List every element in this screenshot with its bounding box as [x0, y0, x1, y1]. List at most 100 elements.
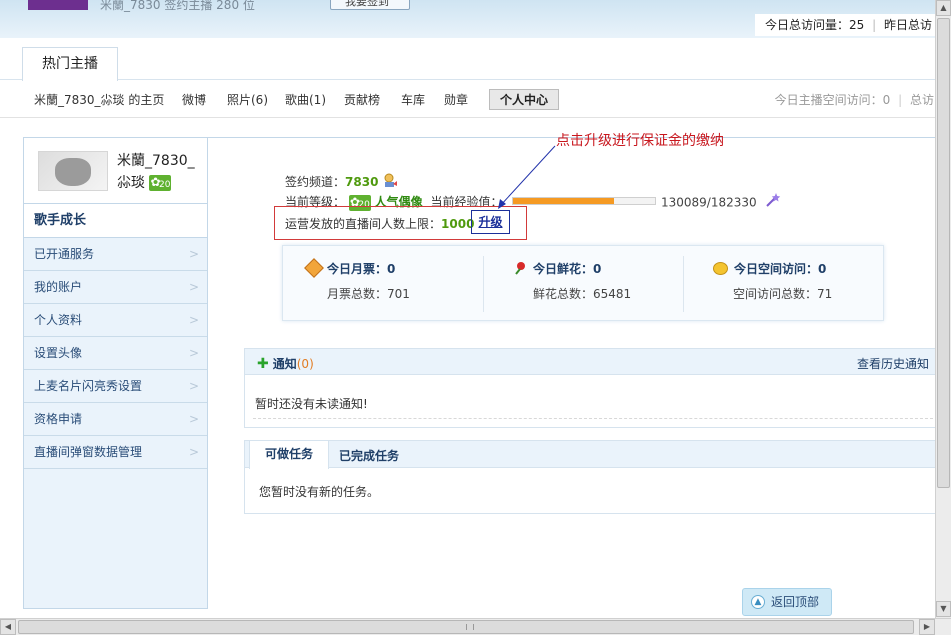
room-limit-value: 1000 [441, 217, 475, 231]
annotation-arrow-icon [498, 145, 556, 209]
scroll-grip-icon [466, 624, 474, 630]
nav-personal-center[interactable]: 个人中心 [489, 89, 560, 110]
room-limit-line: 运营发放的直播间人数上限：1000 [285, 215, 474, 232]
vertical-scrollbar[interactable]: ▲ ▼ [935, 0, 951, 618]
chevron-right-icon: > [188, 379, 199, 393]
stat-title: 今日鲜花： [533, 262, 594, 276]
avatar[interactable] [38, 151, 108, 191]
stat-sub-value: 65481 [593, 287, 632, 301]
sidebar-item-label: 个人资料 [34, 313, 83, 327]
stat-sub-label: 鲜花总数： [533, 287, 594, 301]
horizontal-scrollbar[interactable]: ◀ ▶ [0, 618, 951, 635]
stat-divider [483, 256, 484, 312]
tasks-header: 可做任务 已完成任务 [245, 441, 937, 469]
cat-avatar-icon [55, 158, 91, 186]
separator: | [898, 93, 903, 107]
sidebar-item-popup-data[interactable]: 直播间弹窗数据管理 > [24, 436, 207, 469]
nav-photos[interactable]: 照片(6) [227, 91, 268, 108]
room-limit-label: 运营发放的直播间人数上限： [285, 217, 442, 231]
back-to-top-button[interactable]: ▲ 返回顶部 [742, 588, 832, 616]
sidebar-item-label: 直播间弹窗数据管理 [34, 445, 143, 459]
profile-card: 米蘭_7830_尛琰 20 [24, 138, 207, 204]
separator: | [872, 18, 877, 32]
sidebar-item-label: 设置头像 [34, 346, 83, 360]
arrow-up-icon: ▲ [751, 595, 765, 609]
nav-medals[interactable]: 勋章 [444, 91, 468, 108]
notice-history-link[interactable]: 查看历史通知 [857, 355, 929, 372]
channel-line: 签约频道：7830 [285, 173, 398, 191]
sidebar-item-avatar[interactable]: 设置头像 > [24, 337, 207, 370]
scroll-down-icon[interactable]: ▼ [936, 601, 951, 617]
tasks-empty-text: 您暂时没有新的任务。 [259, 485, 380, 499]
stat-sub-label: 月票总数： [327, 287, 388, 301]
chat-icon [713, 262, 728, 275]
checkin-button[interactable]: 我要签到 [330, 0, 410, 10]
nav-songs[interactable]: 歌曲(1) [285, 91, 326, 108]
nav-garage[interactable]: 车库 [401, 91, 425, 108]
sidebar-item-qualification[interactable]: 资格申请 > [24, 403, 207, 436]
tab-available-tasks[interactable]: 可做任务 [249, 441, 329, 469]
nav-contribution[interactable]: 贡献榜 [344, 91, 380, 108]
today-visits-value: 25 [849, 18, 865, 32]
vertical-scroll-thumb[interactable] [937, 18, 950, 488]
banner-faded-text: 米蘭_7830 签约主播 280 位 [100, 0, 255, 12]
stat-sub-value: 701 [387, 287, 410, 301]
tab-strip: 热门主播 [0, 38, 936, 81]
sidebar-item-label: 资格申请 [34, 412, 83, 426]
stat-value: 0 [818, 262, 827, 276]
tab-hot-anchors[interactable]: 热门主播 [22, 47, 118, 81]
nav-weibo[interactable]: 微博 [182, 91, 206, 108]
stat-title: 今日月票： [327, 262, 388, 276]
sidebar-item-services[interactable]: 已开通服务 > [24, 238, 207, 271]
scroll-left-icon[interactable]: ◀ [0, 619, 16, 635]
stats-card: 今日月票：0 月票总数：701 今日鲜花：0 鲜花总数：65481 今日空间访问… [282, 245, 884, 321]
tasks-panel: 可做任务 已完成任务 您暂时没有新的任务。 [244, 440, 937, 514]
sidebar-section-title[interactable]: 歌手成长 [24, 204, 207, 238]
annotation-text: 点击升级进行保证金的缴纳 [556, 133, 724, 149]
channel-value: 7830 [345, 175, 379, 189]
stat-value: 0 [593, 262, 602, 276]
space-visits-extra: 总访 [909, 93, 934, 107]
visit-stats: 今日总访问量：25 | 昨日总访 [754, 14, 936, 36]
person-icon [382, 172, 398, 188]
magic-wand-icon [765, 192, 781, 208]
stat-title: 今日空间访问： [734, 262, 819, 276]
ticket-icon [304, 258, 324, 278]
horizontal-scroll-thumb[interactable] [18, 620, 914, 634]
top-banner: 米蘭_7830 签约主播 280 位 我要签到 今日总访问量：25 | 昨日总访 [0, 0, 936, 38]
today-visits-label: 今日总访问量： [764, 18, 849, 32]
username: 米蘭_7830_尛琰 20 [117, 150, 205, 194]
yesterday-visits-label: 昨日总访 [883, 18, 932, 32]
stat-space-visits: 今日空间访问：0 空间访问总数：71 [713, 260, 913, 302]
plus-icon: ✚ [257, 356, 269, 372]
site-logo [28, 0, 88, 10]
notice-empty-text: 暂时还没有未读通知! [255, 397, 368, 411]
sidebar: 米蘭_7830_尛琰 20 歌手成长 已开通服务 > 我的账户 > 个人资料 > 设置… [23, 137, 208, 609]
chevron-right-icon: > [188, 313, 199, 327]
stat-divider [683, 256, 684, 312]
space-visits-label: 今日主播空间访问： [774, 93, 883, 107]
space-visits: 今日主播空间访问：0 | 总访 [775, 91, 934, 108]
stat-value: 0 [387, 262, 396, 276]
tab-completed-tasks[interactable]: 已完成任务 [339, 447, 399, 464]
scroll-up-icon[interactable]: ▲ [936, 0, 951, 16]
profile-nav: 米蘭_7830_尛琰 的主页 微博 照片(6) 歌曲(1) 贡献榜 车库 勋章 … [0, 80, 936, 118]
sidebar-item-profile[interactable]: 个人资料 > [24, 304, 207, 337]
notice-header: ✚ 通知(0) 查看历史通知 [245, 349, 937, 375]
sidebar-item-label: 已开通服务 [34, 247, 95, 261]
chevron-right-icon: > [188, 412, 199, 426]
chevron-right-icon: > [188, 445, 199, 459]
notice-count: (0) [296, 357, 314, 371]
sidebar-item-label: 上麦名片闪亮秀设置 [34, 379, 143, 393]
scroll-right-icon[interactable]: ▶ [919, 619, 935, 635]
flower-icon [513, 261, 527, 275]
exp-value-text: 130089/182330 [661, 195, 757, 210]
notice-panel: ✚ 通知(0) 查看历史通知 暂时还没有未读通知! [244, 348, 937, 428]
exp-value: 130089/182330 [661, 192, 781, 211]
sidebar-item-namecard[interactable]: 上麦名片闪亮秀设置 > [24, 370, 207, 403]
sidebar-item-account[interactable]: 我的账户 > [24, 271, 207, 304]
notice-title: ✚ 通知(0) [257, 355, 314, 372]
nav-home[interactable]: 米蘭_7830_尛琰 的主页 [34, 91, 164, 108]
chevron-right-icon: > [188, 247, 199, 261]
channel-label: 签约频道： [285, 175, 346, 189]
